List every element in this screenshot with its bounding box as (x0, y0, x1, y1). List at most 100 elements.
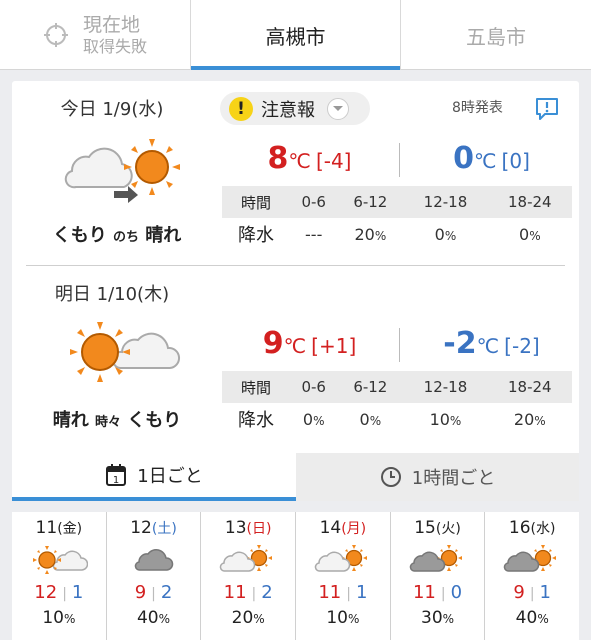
table-row: 降水 --- 20% 0% 0% (222, 218, 572, 250)
rain-value: 0 (302, 409, 314, 429)
week-icon-wrap (201, 544, 295, 576)
week-rain-unit: % (158, 612, 171, 626)
tab-goto-label: 五島市 (466, 24, 526, 49)
tab-daily[interactable]: 1 1日ごと (12, 453, 296, 501)
week-rain: 20% (201, 608, 295, 628)
period-cell: 0-6 (290, 371, 338, 403)
clock-icon (380, 467, 401, 487)
list-item[interactable]: 13(日) 11 | 2 20% (201, 512, 297, 640)
rain-value: 20 (354, 224, 375, 244)
week-rain-value: 10 (42, 608, 64, 628)
week-high: 12 (34, 582, 58, 603)
week-day-of-week: (日) (246, 521, 272, 537)
alert-button[interactable]: ! 注意報 (220, 92, 370, 125)
tab-takatsuki-label: 高槻市 (265, 24, 326, 49)
week-day-of-week: (金) (57, 521, 83, 537)
rain-unit: % (444, 228, 457, 243)
tab-hourly[interactable]: 1時間ごと (296, 453, 579, 501)
rain-header: 降水 (238, 410, 274, 431)
temp-separator: | (529, 586, 535, 602)
current-location-title: 現在地 (82, 14, 140, 36)
week-rain-value: 10 (326, 608, 348, 628)
week-temps: 11 | 2 (201, 582, 295, 603)
week-low: 2 (261, 582, 273, 603)
tomorrow-weather-main1: 晴れ (52, 410, 89, 431)
tab-current-location[interactable]: 現在地 取得失敗 (0, 0, 191, 70)
week-icon-wrap (296, 544, 390, 576)
exclamation-icon: ! (229, 96, 253, 121)
today-weather-text: くもり のち 晴れ (12, 221, 222, 247)
today-date: 今日 1/9(水) (60, 99, 164, 120)
period-cell: 0-6 (290, 186, 338, 218)
today-temperatures: 8℃ [-4] 0℃ [0] (222, 141, 579, 181)
rain-value: 10 (429, 409, 450, 429)
week-rain-unit: % (253, 612, 265, 626)
list-item[interactable]: 14(月) 11 | 1 10% (296, 512, 391, 640)
week-rain-value: 40 (515, 608, 538, 628)
period-cell: 12-18 (403, 186, 488, 218)
week-rain-unit: % (537, 612, 549, 626)
tomorrow-low-unit: ℃ (476, 334, 500, 358)
cloudy-sunny-icon (409, 545, 462, 572)
rain-unit: % (534, 413, 546, 428)
forecast-card: 今日 1/9(水) ! 注意報 8時発表 くもり のち 晴れ 8℃ [-4] 0… (12, 81, 579, 501)
temp-separator: | (151, 586, 156, 602)
feedback-icon[interactable] (534, 96, 560, 122)
table-row: 時間 0-6 6-12 12-18 18-24 (222, 186, 572, 218)
week-low: 1 (71, 582, 84, 603)
tomorrow-forecast: 明日 1/10(木) 晴れ 時々 くもり 9℃ [+1] -2℃ [-2] 時間… (12, 266, 579, 456)
rain-value: 0 (359, 409, 370, 429)
chevron-down-icon (327, 97, 349, 120)
rain-unit: % (374, 228, 387, 243)
tomorrow-weather-join: 時々 (94, 415, 121, 430)
week-high: 11 (223, 582, 247, 603)
today-weather-main1: くもり (52, 225, 107, 246)
week-rain: 10% (296, 608, 390, 628)
rain-cell: 0% (337, 403, 403, 435)
week-day-number: 13 (224, 518, 247, 538)
today-low-diff: [0] (501, 149, 530, 173)
issued-time: 8時発表 (452, 100, 503, 116)
today-high-value: 8 (267, 141, 289, 176)
temp-divider (399, 328, 400, 362)
rain-value: 0 (519, 224, 530, 244)
rain-cell: 10% (403, 403, 487, 435)
week-day-number: 16 (508, 518, 531, 538)
list-item[interactable]: 15(火) 11 | 0 30% (391, 512, 486, 640)
table-row: 降水 0% 0% 10% 20% (222, 403, 572, 435)
period-cell: 6-12 (337, 371, 404, 403)
today-low-temp: 0℃ [0] (404, 141, 579, 176)
today-weather-main2: 晴れ (145, 225, 182, 246)
week-rain: 10% (12, 608, 106, 628)
week-rain-value: 30 (421, 608, 443, 628)
sunny-sometimes-cloudy-icon (70, 322, 180, 382)
tab-goto[interactable]: 五島市 (401, 0, 591, 70)
week-date: 15(火) (391, 518, 485, 538)
tomorrow-weather-main2: くもり (127, 410, 182, 431)
week-date: 13(日) (201, 518, 295, 538)
list-item[interactable]: 12(土) 9 | 2 40% (107, 512, 202, 640)
week-date: 14(月) (296, 518, 390, 538)
week-temps: 9 | 1 (485, 582, 579, 603)
table-row: 時間 0-6 6-12 12-18 18-24 (222, 371, 572, 403)
rain-value: --- (305, 224, 323, 244)
list-item[interactable]: 11(金) 12 | 1 10% (12, 512, 107, 640)
temp-separator: | (440, 586, 446, 602)
week-high: 11 (412, 582, 436, 603)
week-day-number: 12 (130, 518, 152, 538)
time-header: 時間 (222, 186, 290, 218)
tomorrow-high-temp: 9℃ [+1] (222, 326, 397, 361)
rain-value: 20 (513, 409, 535, 429)
temp-separator: | (62, 586, 67, 602)
week-date: 11(金) (12, 518, 106, 538)
rain-unit: % (449, 413, 462, 428)
list-item[interactable]: 16(水) 9 | 1 40% (485, 512, 579, 640)
tomorrow-low-temp: -2℃ [-2] (404, 326, 579, 361)
tab-takatsuki[interactable]: 高槻市 (191, 0, 401, 70)
cloudy-icon (134, 549, 173, 571)
tab-hourly-label: 1時間ごと (411, 468, 496, 489)
week-rain: 30% (391, 608, 485, 628)
rain-unit: % (529, 228, 541, 243)
calendar-icon: 1 (106, 464, 127, 486)
period-cell: 18-24 (487, 186, 572, 218)
